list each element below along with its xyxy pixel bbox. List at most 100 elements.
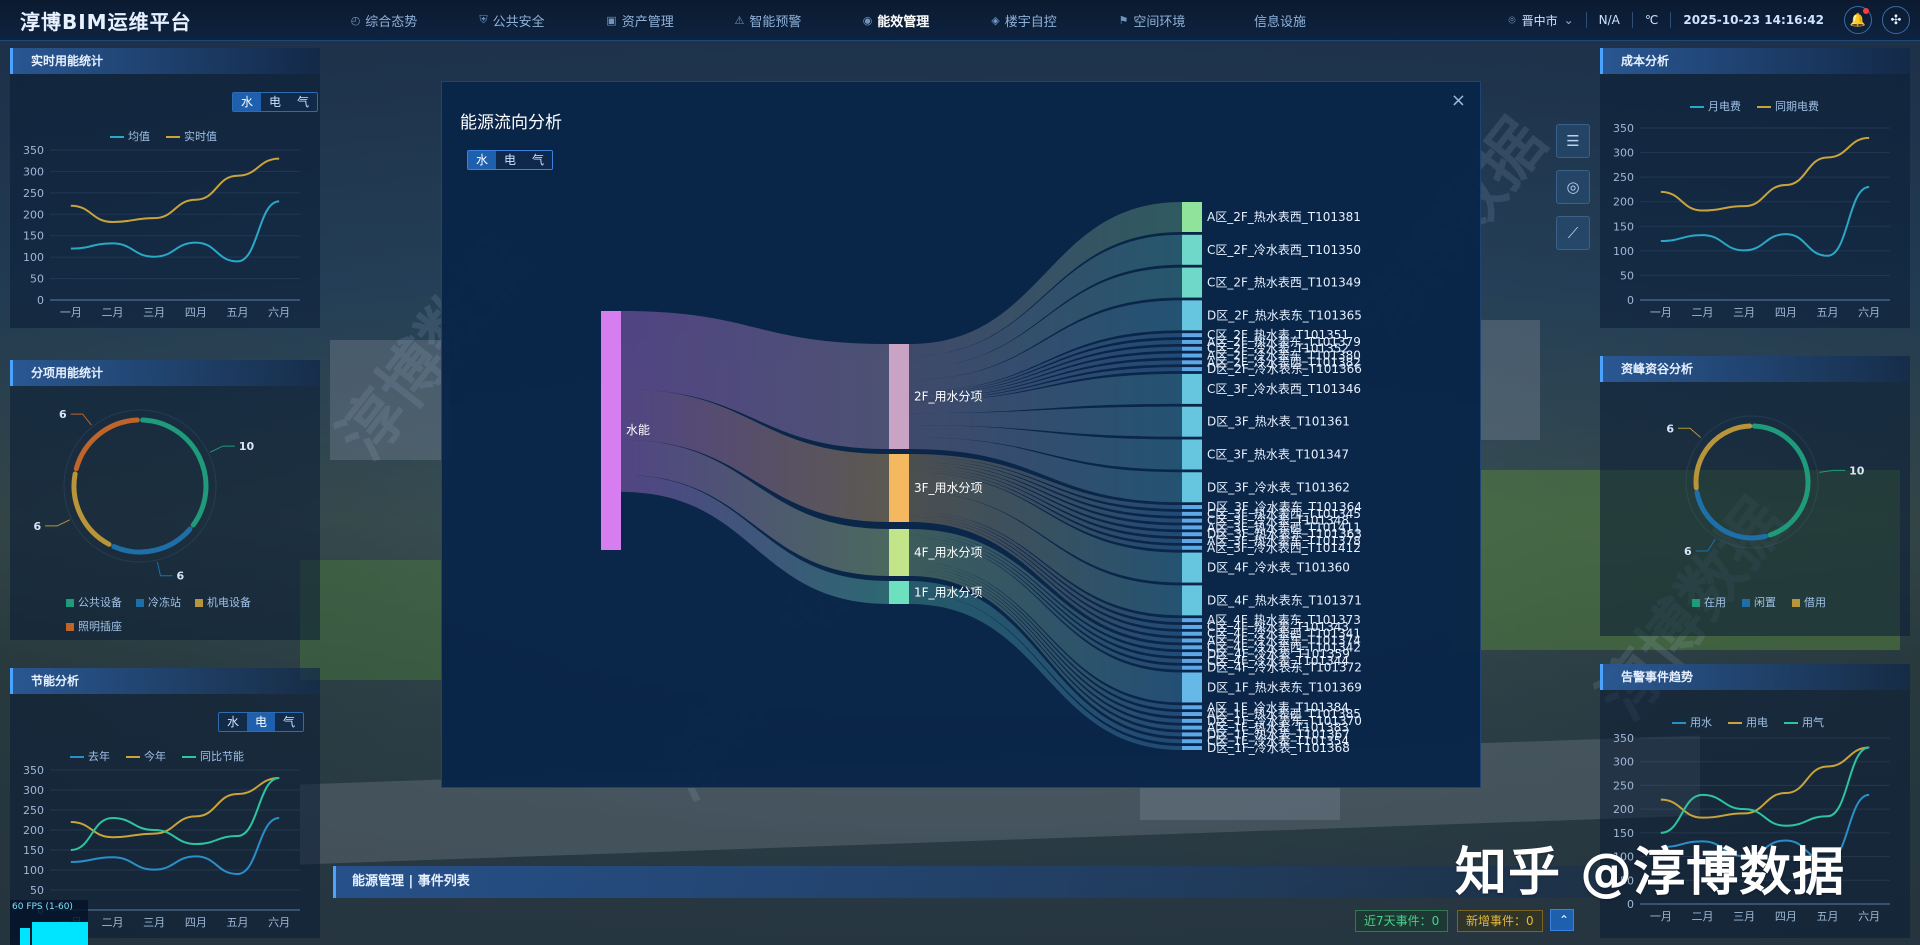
node-label: A区_3F_冷水表西_T101412 xyxy=(1207,541,1361,555)
donut-segment[interactable] xyxy=(1751,423,1811,538)
sankey-node-subitem[interactable] xyxy=(889,454,909,522)
recent-events-badge[interactable]: 近7天事件：0 xyxy=(1355,910,1449,932)
sankey-node-meter[interactable] xyxy=(1182,472,1202,503)
tab-water[interactable]: 水 xyxy=(219,713,247,731)
nav-label: 综合态势 xyxy=(365,14,418,30)
sankey-node-meter[interactable] xyxy=(1182,360,1202,365)
chevron-down-icon[interactable]: ⌄ xyxy=(1564,13,1574,27)
legend-item[interactable]: 月电费 xyxy=(1690,98,1741,114)
sankey-node-meter[interactable] xyxy=(1182,672,1202,703)
nav-item-4[interactable]: ◉ 能效管理 xyxy=(832,11,960,30)
sankey-node-meter[interactable] xyxy=(1182,505,1202,510)
sankey-node-meter[interactable] xyxy=(1182,712,1202,717)
sankey-node-meter[interactable] xyxy=(1182,746,1202,750)
series-line[interactable] xyxy=(1660,185,1870,257)
series-line[interactable] xyxy=(70,777,280,851)
sankey-node-meter[interactable] xyxy=(1182,652,1202,657)
tab-gas[interactable]: 气 xyxy=(289,93,317,111)
nav-label: 资产管理 xyxy=(621,14,674,30)
legend-item[interactable]: 闲置 xyxy=(1742,594,1776,610)
notification-button[interactable]: 🔔 xyxy=(1844,6,1872,34)
legend-item[interactable]: 机电设备 xyxy=(195,594,251,610)
sankey-node-meter[interactable] xyxy=(1182,406,1202,437)
new-events-badge[interactable]: 新增事件：0 xyxy=(1457,910,1543,932)
sankey-node-meter[interactable] xyxy=(1182,346,1202,351)
tab-electric[interactable]: 电 xyxy=(247,713,275,731)
sankey-node-meter[interactable] xyxy=(1182,439,1202,470)
tab-gas[interactable]: 气 xyxy=(275,713,303,731)
x-tick-label: 二月 xyxy=(102,916,124,929)
sankey-node-meter[interactable] xyxy=(1182,367,1202,372)
sankey-node-meter[interactable] xyxy=(1182,658,1202,663)
legend-item[interactable]: 在用 xyxy=(1692,594,1726,610)
sankey-node-meter[interactable] xyxy=(1182,624,1202,629)
sankey-node-meter[interactable] xyxy=(1182,353,1202,358)
sankey-node-meter[interactable] xyxy=(1182,725,1202,730)
nav-item-7[interactable]: 信息设施 xyxy=(1216,11,1344,30)
sankey-node-meter[interactable] xyxy=(1182,665,1202,670)
sankey-node-meter[interactable] xyxy=(1182,552,1202,583)
donut-segment[interactable] xyxy=(1693,423,1753,491)
y-tick-label: 300 xyxy=(1613,756,1634,769)
sankey-node-meter[interactable] xyxy=(1182,739,1202,744)
donut-segment[interactable] xyxy=(111,526,193,555)
sankey-node-meter[interactable] xyxy=(1182,300,1202,331)
legend-item[interactable]: 冷冻站 xyxy=(136,594,181,610)
series-line[interactable] xyxy=(70,200,280,263)
sankey-node-meter[interactable] xyxy=(1182,539,1202,543)
tab-water[interactable]: 水 xyxy=(233,93,261,111)
expand-events-button[interactable]: ⌃ xyxy=(1550,909,1574,931)
legend-item[interactable]: 借用 xyxy=(1792,594,1826,610)
sankey-node-meter[interactable] xyxy=(1182,618,1202,623)
sankey-node-meter[interactable] xyxy=(1182,631,1202,636)
locate-button[interactable]: ◎ xyxy=(1556,170,1590,204)
donut-segment[interactable] xyxy=(71,471,112,547)
sankey-node-meter[interactable] xyxy=(1182,518,1202,523)
sankey-node-meter[interactable] xyxy=(1182,585,1202,616)
nav-label: 智能预警 xyxy=(749,14,802,30)
sankey-node-subitem[interactable] xyxy=(889,581,909,604)
apps-button[interactable]: ✣ xyxy=(1882,6,1910,34)
legend-item[interactable]: 照明插座 xyxy=(66,618,122,634)
series-line[interactable] xyxy=(1660,746,1870,834)
donut-segment[interactable] xyxy=(73,417,140,472)
node-label: A区_2F_热水表西_T101381 xyxy=(1207,210,1361,224)
nav-item-0[interactable]: ◴ 综合态势 xyxy=(320,11,448,30)
sankey-node-meter[interactable] xyxy=(1182,638,1202,643)
sankey-node-meter[interactable] xyxy=(1182,267,1202,298)
nav-item-1[interactable]: ⛨ 公共安全 xyxy=(448,11,576,30)
sankey-node-meter[interactable] xyxy=(1182,532,1202,537)
nav-item-3[interactable]: ⚠ 智能预警 xyxy=(704,11,832,30)
sankey-node-meter[interactable] xyxy=(1182,645,1202,650)
sankey-node-meter[interactable] xyxy=(1182,373,1202,404)
series-line[interactable] xyxy=(70,157,280,224)
sankey-node-subitem[interactable] xyxy=(889,529,909,576)
node-label: D区_2F_热水表东_T101365 xyxy=(1207,308,1362,322)
nav-item-5[interactable]: ◈ 楼宇自控 xyxy=(960,11,1088,30)
sankey-node-meter[interactable] xyxy=(1182,339,1202,344)
nav-label: 公共安全 xyxy=(492,14,545,30)
sankey-node-root[interactable] xyxy=(601,311,621,550)
layers-button[interactable]: ☰ xyxy=(1556,124,1590,158)
sankey-node-meter[interactable] xyxy=(1182,545,1202,550)
sankey-node-meter[interactable] xyxy=(1182,202,1202,232)
sankey-node-meter[interactable] xyxy=(1182,718,1202,723)
sankey-node-meter[interactable] xyxy=(1182,525,1202,530)
sankey-node-meter[interactable] xyxy=(1182,333,1202,338)
location-select[interactable]: 晋中市 xyxy=(1522,12,1558,29)
nav-item-2[interactable]: ▣ 资产管理 xyxy=(576,11,704,30)
fps-monitor: 60 FPS (1-60) xyxy=(10,900,88,945)
tab-electric[interactable]: 电 xyxy=(261,93,289,111)
sankey-node-subitem[interactable] xyxy=(889,344,909,449)
series-line[interactable] xyxy=(70,817,280,876)
legend-item[interactable]: 公共设备 xyxy=(66,594,122,610)
nav-item-6[interactable]: ⚑ 空间环境 xyxy=(1088,11,1216,30)
series-line[interactable] xyxy=(1660,136,1870,212)
x-tick-label: 五月 xyxy=(227,306,249,319)
legend-item[interactable]: 同期电费 xyxy=(1757,98,1819,114)
sankey-node-meter[interactable] xyxy=(1182,511,1202,516)
sankey-node-meter[interactable] xyxy=(1182,732,1202,737)
trend-button[interactable]: ⟋ xyxy=(1556,216,1590,250)
sankey-node-meter[interactable] xyxy=(1182,234,1202,265)
sankey-node-meter[interactable] xyxy=(1182,705,1202,710)
